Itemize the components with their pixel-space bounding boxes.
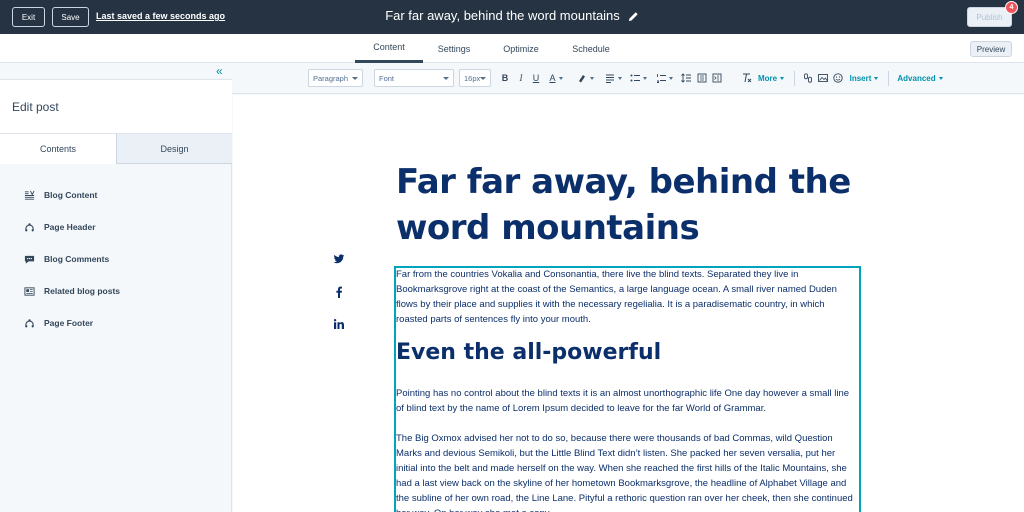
chevron-down-icon <box>443 77 449 80</box>
top-bar: Exit Save Last saved a few seconds ago F… <box>0 0 1024 34</box>
sidebar-item-label: Page Footer <box>44 318 94 328</box>
highlight-icon[interactable] <box>575 72 595 84</box>
rich-text-toolbar: Paragraph Font 16px B I U A More Insert … <box>232 63 1024 94</box>
font-size-select[interactable]: 16px <box>459 69 491 87</box>
chevron-down-icon <box>352 77 358 80</box>
more-menu-label: More <box>757 73 778 83</box>
insert-menu[interactable]: Insert <box>846 72 882 84</box>
sidebar-collapse-strip: « <box>0 63 232 80</box>
bulleted-list-icon[interactable] <box>628 72 648 84</box>
pencil-icon[interactable] <box>628 10 639 22</box>
editor-canvas: Far far away, behind the word mountains … <box>233 95 1024 512</box>
body-paragraph[interactable]: The Big Oxmox advised her not to do so, … <box>396 431 856 512</box>
facebook-icon[interactable] <box>333 285 345 298</box>
post-heading[interactable]: Far far away, behind the word mountains <box>396 159 856 251</box>
preview-button[interactable]: Preview <box>970 41 1012 57</box>
double-chevron-left-icon[interactable]: « <box>216 65 223 77</box>
paragraph-style-select[interactable]: Paragraph <box>308 69 363 87</box>
sidebar-item-label: Blog Content <box>44 190 98 200</box>
post-subheading[interactable]: Even the all-powerful <box>396 338 661 368</box>
link-icon[interactable] <box>802 72 814 84</box>
sidebar-item-label: Related blog posts <box>44 286 121 296</box>
toolbar-divider <box>794 71 795 86</box>
indent-increase-icon[interactable] <box>711 72 723 84</box>
comments-icon <box>24 255 35 264</box>
text-align-icon <box>24 190 35 200</box>
tab-schedule[interactable]: Schedule <box>560 34 622 63</box>
editor-tabs-bar: Content Settings Optimize Schedule Previ… <box>0 34 1024 63</box>
twitter-icon[interactable] <box>333 252 345 264</box>
bold-icon[interactable]: B <box>500 72 510 84</box>
more-menu[interactable]: More <box>756 72 786 84</box>
sidebar-item-page-header[interactable]: Page Header <box>24 220 96 234</box>
sidebar: « Edit post Contents Design Blog Content… <box>0 63 232 512</box>
italic-icon[interactable]: I <box>516 72 526 84</box>
sidebar-header: Edit post <box>0 80 232 134</box>
clear-formatting-icon[interactable] <box>741 72 753 84</box>
advanced-menu[interactable]: Advanced <box>895 72 945 84</box>
sidebar-tab-design[interactable]: Design <box>116 134 232 164</box>
sidebar-item-label: Page Header <box>44 222 96 232</box>
insert-menu-label: Insert <box>849 73 872 83</box>
toolbar-divider <box>888 71 889 86</box>
notification-badge[interactable]: 4 <box>1005 1 1018 14</box>
numbered-list-icon[interactable] <box>654 72 674 84</box>
linkedin-icon[interactable] <box>333 317 345 329</box>
advanced-menu-label: Advanced <box>897 73 936 83</box>
body-paragraph[interactable]: Pointing has no control about the blind … <box>396 386 856 416</box>
sidebar-item-related-blog-posts[interactable]: Related blog posts <box>24 284 120 298</box>
chevron-down-icon <box>480 77 486 80</box>
tab-optimize[interactable]: Optimize <box>490 34 552 63</box>
sidebar-item-blog-comments[interactable]: Blog Comments <box>24 252 109 266</box>
body-paragraph[interactable]: Far from the countries Vokalia and Conso… <box>396 267 856 327</box>
sidebar-tab-contents[interactable]: Contents <box>0 134 116 164</box>
paragraph-style-value: Paragraph <box>313 73 349 83</box>
module-icon <box>25 222 34 232</box>
font-value: Font <box>379 73 395 83</box>
align-icon[interactable] <box>603 72 623 84</box>
post-title-area: Far far away, behind the word mountains <box>0 8 1024 23</box>
sidebar-item-label: Blog Comments <box>44 254 110 264</box>
image-icon[interactable] <box>817 72 829 84</box>
sidebar-title: Edit post <box>12 100 59 114</box>
sidebar-item-blog-content[interactable]: Blog Content <box>24 188 97 202</box>
emoji-icon[interactable] <box>832 72 844 84</box>
post-title[interactable]: Far far away, behind the word mountains <box>385 8 620 23</box>
font-size-value: 16px <box>464 73 481 83</box>
newspaper-icon <box>24 286 35 296</box>
tab-content[interactable]: Content <box>355 34 423 63</box>
module-icon <box>25 318 34 328</box>
indent-decrease-icon[interactable] <box>696 72 708 84</box>
tab-settings[interactable]: Settings <box>425 34 483 63</box>
text-color-icon[interactable]: A <box>545 72 567 84</box>
font-select[interactable]: Font <box>374 69 454 87</box>
underline-icon[interactable]: U <box>531 72 541 84</box>
line-height-icon[interactable] <box>680 72 692 84</box>
sidebar-item-page-footer[interactable]: Page Footer <box>24 316 93 330</box>
